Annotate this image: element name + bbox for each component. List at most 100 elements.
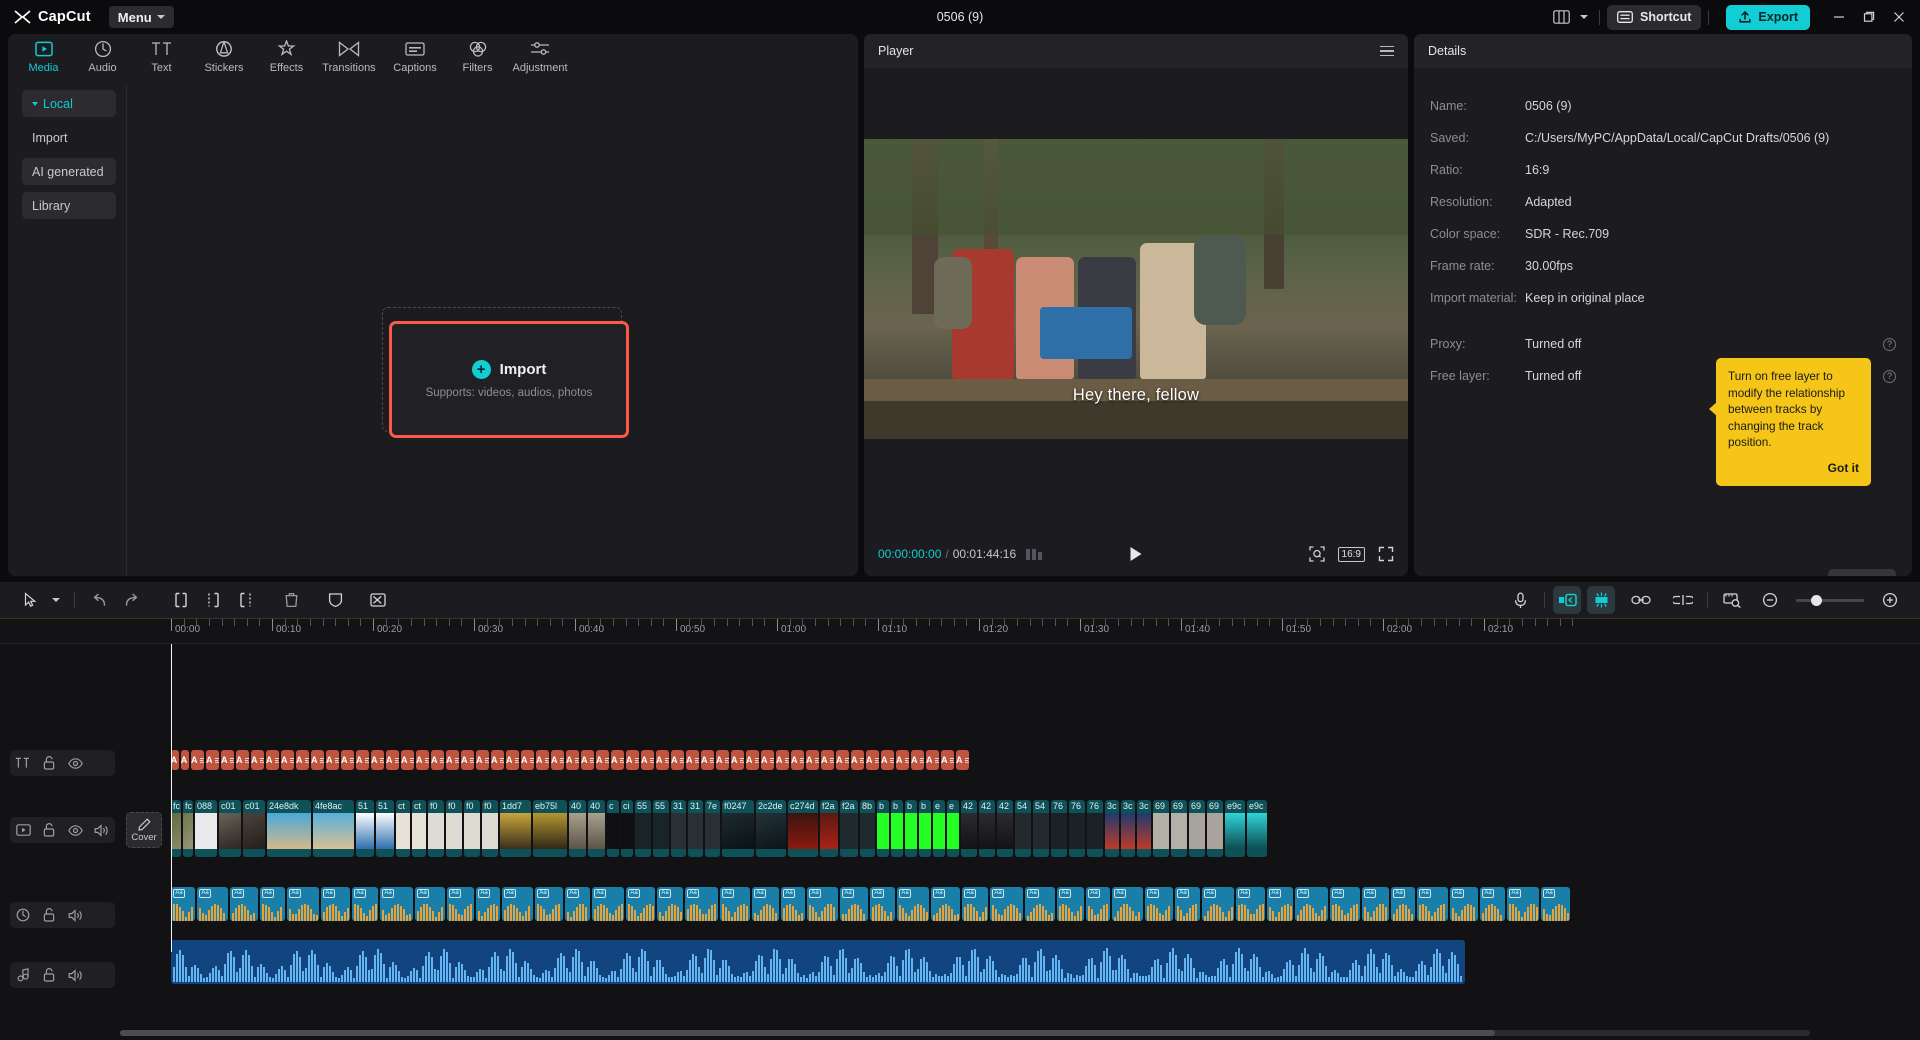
audio-clip[interactable]: Aa [502, 887, 533, 921]
audio-clip[interactable]: Aa [807, 887, 838, 921]
text-clip[interactable]: A [581, 750, 594, 770]
audio-clip[interactable]: Aa [1202, 887, 1234, 921]
text-clip[interactable]: A [716, 750, 729, 770]
video-clip[interactable]: 42 [979, 800, 995, 857]
text-clip[interactable]: A [776, 750, 789, 770]
zoom-slider[interactable] [1796, 599, 1864, 602]
video-clip[interactable]: e9c [1247, 800, 1267, 857]
fullscreen-icon[interactable] [1378, 546, 1394, 562]
text-clip[interactable]: A [821, 750, 834, 770]
audio-clip[interactable]: Aa [1541, 887, 1570, 921]
layout-chevron-down-icon[interactable] [1576, 4, 1592, 30]
video-clip[interactable]: c01 [219, 800, 241, 857]
video-clip[interactable]: c [607, 800, 619, 857]
tool-chevron-down-icon[interactable] [46, 586, 66, 614]
text-clip[interactable]: A [446, 750, 459, 770]
text-clip[interactable]: A [221, 750, 234, 770]
delete-icon[interactable] [275, 586, 307, 614]
video-clip[interactable]: fc [171, 800, 181, 857]
text-clip[interactable]: A [311, 750, 324, 770]
text-clip[interactable]: A [836, 750, 849, 770]
help-icon[interactable]: ? [1883, 370, 1896, 383]
audio-clip[interactable]: Aa [657, 887, 683, 921]
video-clip[interactable]: 51 [376, 800, 394, 857]
audio-clip[interactable]: Aa [415, 887, 445, 921]
video-clip[interactable]: 54 [1033, 800, 1049, 857]
video-clip[interactable]: b [919, 800, 931, 857]
audio-clip[interactable]: Aa [1391, 887, 1415, 921]
split-right-icon[interactable] [229, 586, 261, 614]
video-clip[interactable]: 31 [671, 800, 686, 857]
crop-zoom-icon[interactable] [1309, 546, 1325, 562]
video-clip[interactable]: 40 [569, 800, 586, 857]
video-clip[interactable]: f2a [820, 800, 838, 857]
eye-icon[interactable] [62, 750, 88, 776]
zoom-slider-knob[interactable] [1811, 595, 1822, 606]
timeline-ruler[interactable]: 00:0000:1000:2000:3000:4000:5001:0001:10… [0, 618, 1920, 644]
audio-clip[interactable]: Aa [171, 887, 195, 921]
text-clip[interactable]: A [416, 750, 429, 770]
hamburger-icon[interactable] [1380, 46, 1394, 57]
video-clip[interactable]: 3c [1137, 800, 1151, 857]
text-clip[interactable]: A [731, 750, 744, 770]
close-icon[interactable] [1884, 2, 1914, 32]
text-clip[interactable]: A [251, 750, 264, 770]
sidebar-item-ai-generated[interactable]: AI generated [22, 158, 116, 185]
sidebar-item-library[interactable]: Library [22, 192, 116, 219]
audio-clip[interactable]: Aa [1480, 887, 1505, 921]
video-clip[interactable]: f0 [482, 800, 498, 857]
select-tool-icon[interactable] [14, 586, 46, 614]
video-preview[interactable]: Hey there, fellow [864, 139, 1408, 439]
link-icon[interactable] [1625, 586, 1657, 614]
audio-clip[interactable]: Aa [720, 887, 750, 921]
export-button[interactable]: Export [1726, 5, 1810, 30]
nav-tab-media[interactable]: Media [14, 34, 73, 74]
video-clip[interactable]: 2c2de [756, 800, 786, 857]
split-icon[interactable] [197, 586, 229, 614]
video-clip[interactable]: 31 [688, 800, 703, 857]
video-clip[interactable]: f0 [428, 800, 444, 857]
video-clip[interactable]: 24e8dk [267, 800, 311, 857]
video-clip[interactable]: 40 [588, 800, 605, 857]
audio-clip[interactable]: Aa [752, 887, 779, 921]
video-clip[interactable]: 3c [1121, 800, 1135, 857]
audio-clip[interactable]: Aa [1295, 887, 1328, 921]
audio-clip[interactable]: Aa [1507, 887, 1539, 921]
audio-clip[interactable]: Aa [1417, 887, 1448, 921]
current-time[interactable]: 00:00:00:00 [878, 547, 941, 561]
detail-value[interactable]: Turned off [1525, 337, 1581, 351]
undo-icon[interactable] [83, 586, 115, 614]
text-clip[interactable]: A [401, 750, 414, 770]
zoom-out-icon[interactable] [1754, 586, 1786, 614]
video-clip[interactable]: 088 [195, 800, 217, 857]
video-clip[interactable]: 54 [1015, 800, 1031, 857]
unlink-icon[interactable] [1667, 586, 1699, 614]
maximize-icon[interactable] [1854, 2, 1884, 32]
record-voiceover-icon[interactable] [1504, 586, 1536, 614]
audio-clip[interactable]: Aa [352, 887, 378, 921]
video-clip[interactable]: 4fe8ac [313, 800, 354, 857]
audio-clip[interactable]: Aa [1450, 887, 1478, 921]
preview-scale-icon[interactable] [1716, 586, 1748, 614]
video-clip[interactable]: 42 [961, 800, 977, 857]
audio-clip[interactable]: Aa [990, 887, 1023, 921]
audio-clip[interactable]: Aa [962, 887, 988, 921]
audio-clip[interactable]: Aa [260, 887, 285, 921]
audio-clip[interactable]: Aa [287, 887, 319, 921]
eye-icon[interactable] [62, 817, 88, 843]
audio-clip[interactable]: Aa [1086, 887, 1110, 921]
text-clip[interactable]: A [206, 750, 219, 770]
auto-snap-icon[interactable] [1553, 586, 1581, 614]
audio-clip[interactable]: Aa [321, 887, 350, 921]
text-clip[interactable]: A [266, 750, 279, 770]
video-clip[interactable]: eb75l [533, 800, 567, 857]
zoom-in-icon[interactable] [1874, 586, 1906, 614]
volume-icon[interactable] [62, 902, 88, 928]
video-clip[interactable]: 1dd7 [500, 800, 531, 857]
text-clip[interactable]: A [656, 750, 669, 770]
text-clip[interactable]: A [296, 750, 309, 770]
modify-button[interactable]: Modify [1828, 569, 1896, 576]
video-clip[interactable]: 69 [1153, 800, 1169, 857]
text-clip[interactable]: A [191, 750, 204, 770]
lock-icon[interactable] [36, 750, 62, 776]
